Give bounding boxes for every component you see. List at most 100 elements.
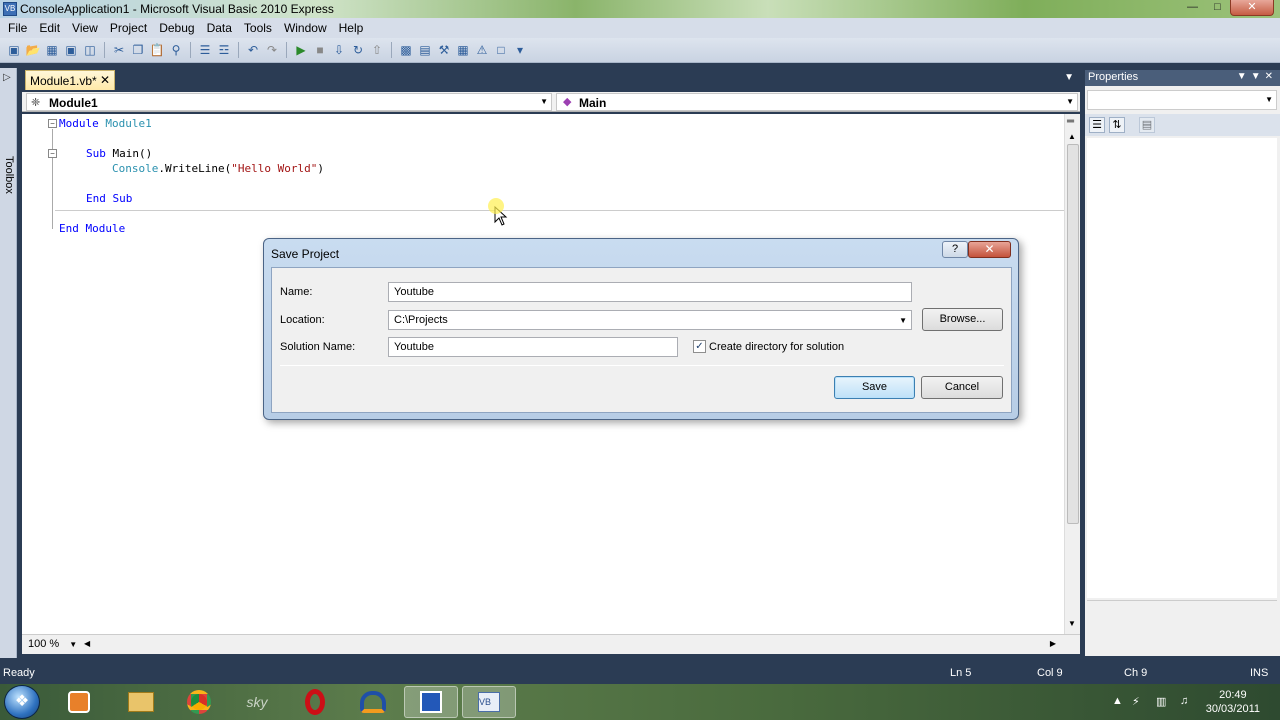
solution-name-field[interactable]: Youtube	[388, 337, 678, 357]
comment-icon[interactable]: ☰	[197, 42, 213, 58]
dialog-title: Save Project	[271, 247, 340, 261]
start-page-icon[interactable]: □	[493, 42, 509, 58]
find-icon[interactable]: ⚲	[168, 42, 184, 58]
scroll-down-icon[interactable]: ▼	[1068, 619, 1076, 628]
alphabetical-icon[interactable]: ⇅	[1109, 117, 1125, 133]
object-selector[interactable]: ▼	[1087, 90, 1277, 110]
window-position-icon[interactable]: ▼	[1237, 71, 1251, 82]
zoom-dropdown[interactable]: 100 % ▼	[24, 638, 81, 650]
file-explorer-icon[interactable]	[114, 686, 168, 718]
code-line[interactable]: End Module	[59, 222, 125, 235]
code-keyword: End Module	[59, 222, 126, 235]
start-debugging-icon[interactable]: ▶	[293, 42, 309, 58]
clock[interactable]: 20:49 30/03/2011	[1206, 688, 1260, 716]
insert-mode: INS	[1250, 667, 1269, 679]
add-item-icon[interactable]: ▦	[44, 42, 60, 58]
pin-icon[interactable]: ▷	[3, 72, 11, 83]
redo-icon[interactable]: ↷	[264, 42, 280, 58]
menu-file[interactable]: File	[2, 21, 33, 35]
scroll-left-icon[interactable]: ◀	[84, 639, 90, 648]
toolbox-icon[interactable]: ⚒	[436, 42, 452, 58]
tab-list-chevron-down-icon[interactable]: ▼	[1064, 72, 1074, 83]
menu-help[interactable]: Help	[333, 21, 370, 35]
stop-debugging-icon[interactable]: ■	[312, 42, 328, 58]
copy-icon[interactable]: ❐	[130, 42, 146, 58]
menu-tools[interactable]: Tools	[238, 21, 278, 35]
paste-icon[interactable]: 📋	[149, 42, 165, 58]
property-pages-icon[interactable]: ▤	[1139, 117, 1155, 133]
save-all-icon[interactable]: ◫	[82, 42, 98, 58]
help-button[interactable]: ?	[942, 241, 968, 258]
toolbar-options-icon[interactable]: ▾	[512, 42, 528, 58]
properties-window-icon[interactable]: ▤	[417, 42, 433, 58]
vertical-scrollbar[interactable]: ═ ▲ ▼	[1064, 114, 1080, 634]
new-project-icon[interactable]: ▣	[6, 42, 22, 58]
cancel-button[interactable]: Cancel	[921, 376, 1003, 399]
screen-recorder-icon[interactable]	[404, 686, 458, 718]
zoom-value: 100 %	[28, 638, 60, 650]
browse-button[interactable]: Browse...	[922, 308, 1003, 331]
properties-title: Properties	[1088, 71, 1139, 83]
cut-icon[interactable]: ✂	[111, 42, 127, 58]
split-handle-icon[interactable]: ═	[1067, 116, 1074, 127]
create-directory-label[interactable]: Create directory for solution	[709, 341, 844, 353]
save-button[interactable]: Save	[834, 376, 915, 399]
minimize-button[interactable]: —	[1180, 0, 1205, 16]
scroll-up-icon[interactable]: ▲	[1068, 132, 1076, 141]
show-hidden-icons-icon[interactable]: ▲	[1112, 695, 1123, 707]
horizontal-scrollbar[interactable]: 100 % ▼ ◀ ▶	[22, 634, 1080, 654]
toolbox-label[interactable]: Toolbox	[3, 156, 15, 194]
step-out-icon[interactable]: ⇧	[369, 42, 385, 58]
open-file-icon[interactable]: 📂	[25, 42, 41, 58]
create-directory-checkbox[interactable]: ✓	[693, 340, 706, 353]
code-line[interactable]: Module Module1	[59, 117, 152, 130]
toolbox-strip[interactable]: ▷ Toolbox	[0, 68, 17, 658]
menu-project[interactable]: Project	[104, 21, 153, 35]
collapse-module-icon[interactable]: −	[48, 119, 57, 128]
menu-window[interactable]: Window	[278, 21, 333, 35]
uncomment-icon[interactable]: ☲	[216, 42, 232, 58]
maximize-button[interactable]: □	[1205, 0, 1230, 16]
media-player-icon[interactable]	[52, 686, 106, 718]
network-icon[interactable]: ▥	[1156, 695, 1166, 708]
collapse-sub-icon[interactable]: −	[48, 149, 57, 158]
object-browser-icon[interactable]: ▦	[455, 42, 471, 58]
audacity-icon[interactable]	[346, 686, 400, 718]
code-line[interactable]: Sub Main()	[86, 147, 152, 160]
tab-module1[interactable]: Module1.vb* ✕	[25, 70, 115, 90]
error-list-icon[interactable]: ⚠	[474, 42, 490, 58]
close-tab-icon[interactable]: ✕	[100, 73, 110, 87]
solution-explorer-icon[interactable]: ▩	[398, 42, 414, 58]
dialog-close-button[interactable]: ✕	[968, 241, 1011, 258]
opera-icon[interactable]	[288, 686, 342, 718]
code-line[interactable]: End Sub	[86, 192, 132, 205]
close-button[interactable]: ✕	[1230, 0, 1274, 16]
undo-icon[interactable]: ↶	[245, 42, 261, 58]
scroll-thumb[interactable]	[1067, 144, 1079, 524]
step-over-icon[interactable]: ↻	[350, 42, 366, 58]
chevron-down-icon[interactable]: ▼	[899, 316, 907, 325]
type-dropdown[interactable]: ❈ Module1 ▼	[26, 93, 552, 111]
pin-icon[interactable]: ▼	[1251, 71, 1265, 82]
menu-data[interactable]: Data	[201, 21, 238, 35]
member-dropdown[interactable]: ◆ Main ▼	[556, 93, 1078, 111]
location-combobox[interactable]: C:\Projects ▼	[388, 310, 912, 330]
start-button[interactable]: ❖	[4, 685, 40, 719]
scroll-right-icon[interactable]: ▶	[1050, 639, 1056, 648]
name-field[interactable]: Youtube	[388, 282, 912, 302]
sky-icon[interactable]: sky	[230, 686, 284, 718]
close-panel-icon[interactable]: ✕	[1265, 71, 1277, 82]
chrome-icon[interactable]	[172, 686, 226, 718]
categorized-icon[interactable]: ☰	[1089, 117, 1105, 133]
power-icon[interactable]: ⚡	[1132, 695, 1140, 708]
visual-basic-icon[interactable]: VB	[462, 686, 516, 718]
menu-edit[interactable]: Edit	[33, 21, 66, 35]
menu-view[interactable]: View	[66, 21, 104, 35]
menu-debug[interactable]: Debug	[153, 21, 200, 35]
save-icon[interactable]: ▣	[63, 42, 79, 58]
code-string: "Hello World"	[231, 162, 318, 175]
code-line[interactable]: Console.WriteLine("Hello World")	[112, 162, 324, 175]
volume-icon[interactable]: ♫	[1180, 695, 1188, 707]
step-into-icon[interactable]: ⇩	[331, 42, 347, 58]
property-grid[interactable]	[1087, 138, 1277, 598]
